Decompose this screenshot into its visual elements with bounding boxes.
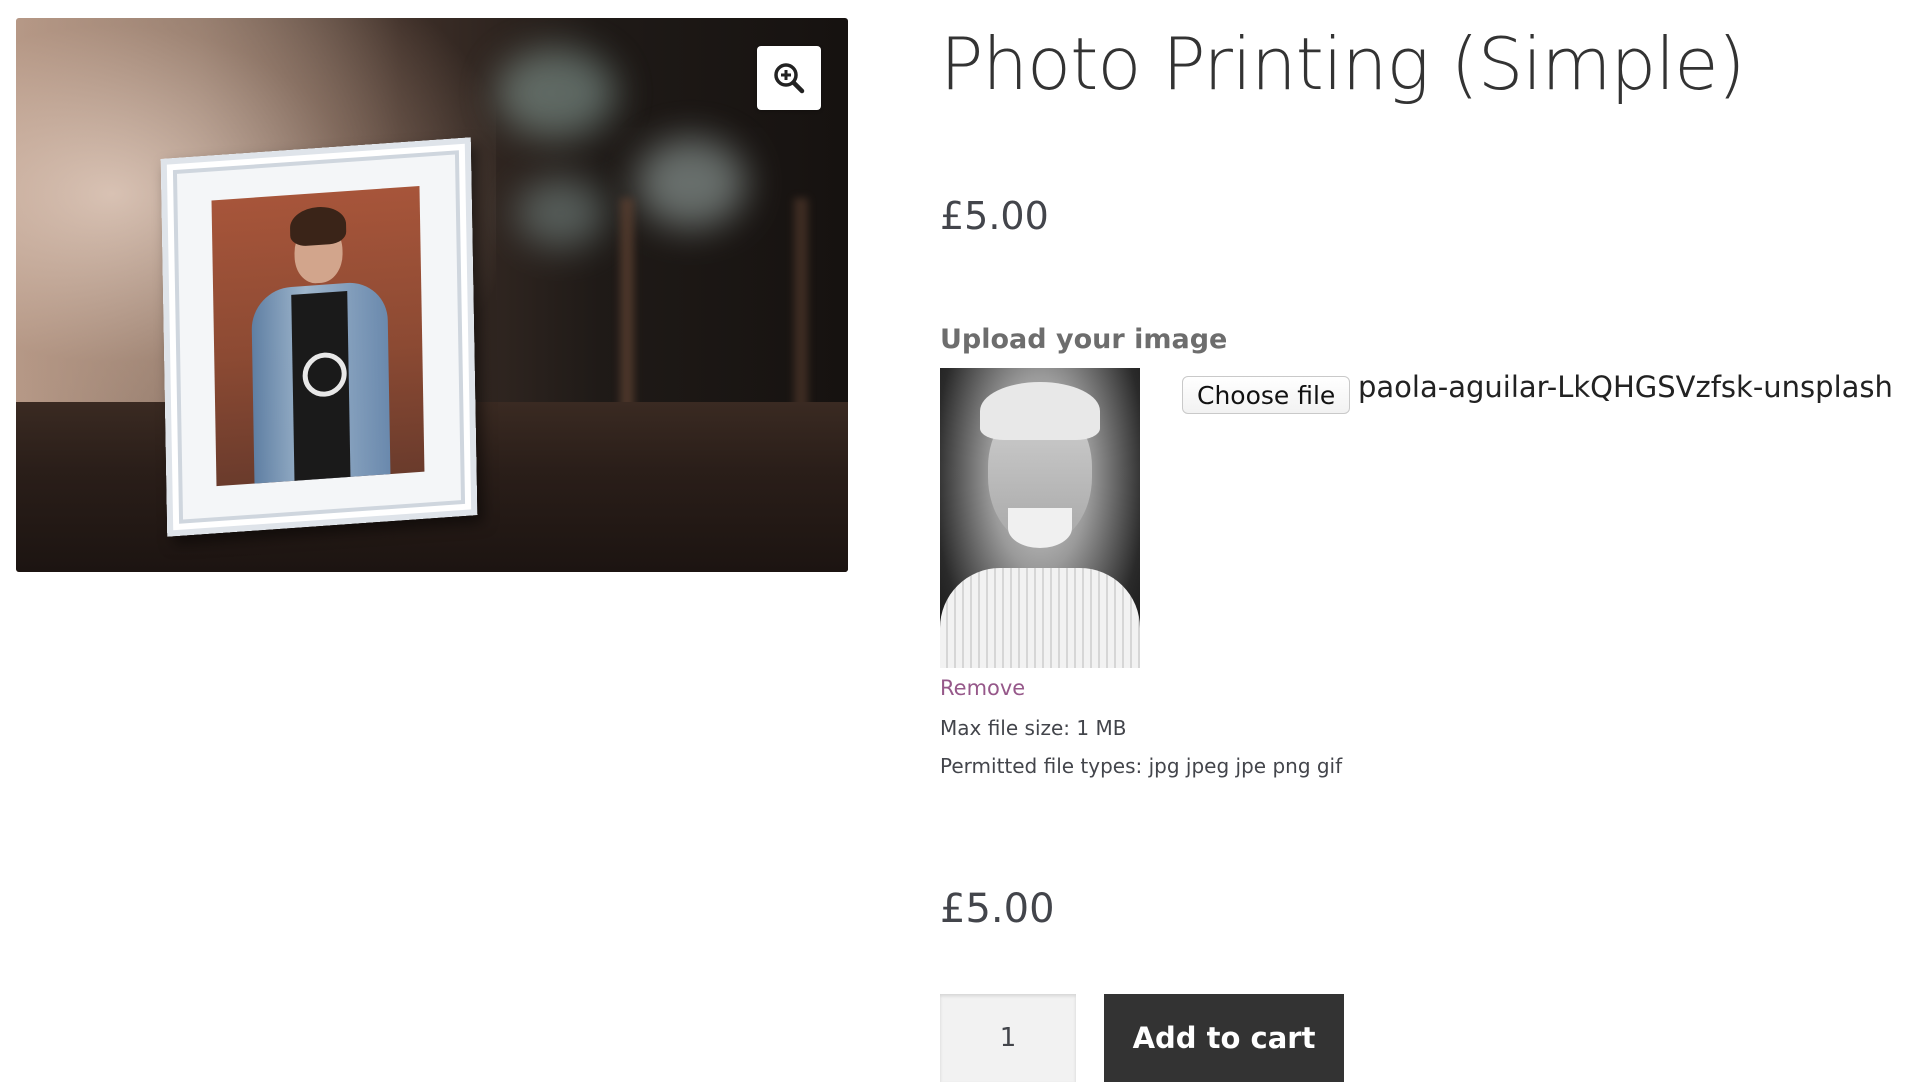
product-page: Photo Printing (Simple) £5.00 Upload you… xyxy=(0,0,1920,1091)
preview-beard xyxy=(1008,508,1072,548)
framed-photo xyxy=(211,185,425,487)
preview-shirt xyxy=(940,568,1140,668)
product-price: £5.00 xyxy=(940,194,1049,238)
picture-frame xyxy=(160,137,478,537)
total-price: £5.00 xyxy=(940,886,1055,932)
uploaded-image-preview xyxy=(940,368,1140,668)
permitted-file-types: Permitted file types: jpg jpeg jpe png g… xyxy=(940,754,1343,778)
quantity-input[interactable] xyxy=(940,994,1076,1082)
choose-file-button[interactable]: Choose file xyxy=(1182,376,1351,414)
bokeh-light xyxy=(496,48,616,138)
bokeh-light xyxy=(516,178,606,248)
max-file-size: Max file size: 1 MB xyxy=(940,716,1127,740)
zoom-button[interactable] xyxy=(757,46,821,110)
product-title: Photo Printing (Simple) xyxy=(940,22,1746,106)
zoom-in-icon xyxy=(774,63,805,94)
preview-hair xyxy=(980,382,1100,440)
product-gallery-image[interactable] xyxy=(16,18,848,572)
add-to-cart-button[interactable]: Add to cart xyxy=(1104,994,1344,1082)
photo-hair xyxy=(289,205,347,247)
selected-file-name: paola-aguilar-LkQHGSVzfsk-unsplash xyxy=(1358,370,1893,404)
upload-label: Upload your image xyxy=(940,324,1228,355)
remove-image-link[interactable]: Remove xyxy=(940,676,1025,700)
